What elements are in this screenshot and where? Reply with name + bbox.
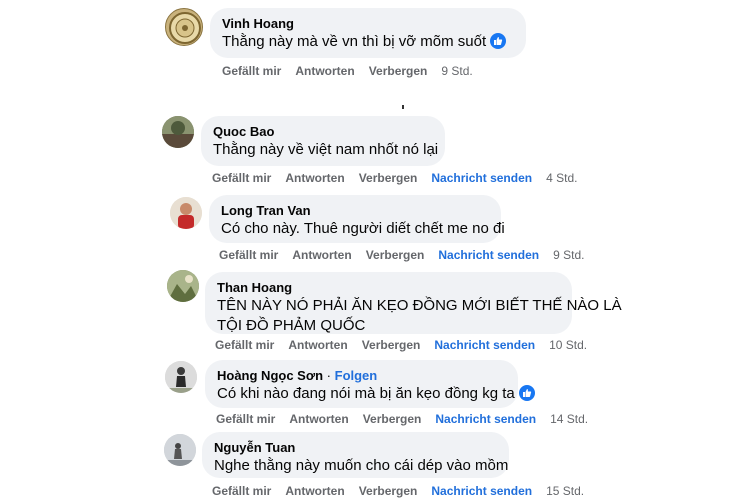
send-message-button[interactable]: Nachricht senden xyxy=(438,248,539,262)
timestamp[interactable]: 10 Std. xyxy=(549,338,587,352)
comment-author[interactable]: Long Tran Van xyxy=(221,203,489,219)
timestamp[interactable]: 4 Std. xyxy=(546,171,577,185)
comment-actions: Gefällt mir Antworten Verbergen Nachricht s… xyxy=(219,248,598,262)
comment-author-line: Hoàng Ngọc Sơn · Folgen xyxy=(217,368,506,384)
like-button[interactable]: Gefällt mir xyxy=(222,64,281,78)
reply-button[interactable]: Antworten xyxy=(292,248,351,262)
emblem-icon xyxy=(169,12,201,44)
like-button[interactable]: Gefällt mir xyxy=(212,171,271,185)
comment-bubble: Nguyễn Tuan Nghe thằng này muốn cho cái … xyxy=(202,432,509,478)
comment-actions: Gefällt mir Antworten Verbergen Nachricht s… xyxy=(216,412,602,426)
like-button[interactable]: Gefällt mir xyxy=(212,484,271,498)
avatar-photo xyxy=(165,361,197,393)
comment-bubble: Than Hoang TÊN NÀY NÓ PHẢI ĂN KẸO ĐỒNG M… xyxy=(205,272,622,334)
comment-actions: Gefällt mir Antworten Verbergen Nachricht s… xyxy=(212,484,598,498)
send-message-button[interactable]: Nachricht senden xyxy=(431,484,532,498)
hide-button[interactable]: Verbergen xyxy=(359,171,418,185)
comment-text: Thằng này mà về vn thì bị vỡ mõm suốt xyxy=(222,32,514,52)
comment-text-line-1: TÊN NÀY NÓ PHẢI ĂN KẸO ĐỒNG MỚI BIẾT THẾ… xyxy=(217,297,622,314)
reply-button[interactable]: Antworten xyxy=(288,338,347,352)
comment-bubble: Vinh Hoang Thằng này mà về vn thì bị vỡ … xyxy=(210,8,526,58)
comment-text-content: Thằng này mà về vn thì bị vỡ mõm suốt xyxy=(222,33,487,50)
timestamp[interactable]: 9 Std. xyxy=(441,64,472,78)
separator-dot: · xyxy=(326,368,331,383)
avatar[interactable] xyxy=(165,361,197,393)
comment-author[interactable]: Vinh Hoang xyxy=(222,16,514,32)
hide-button[interactable]: Verbergen xyxy=(363,412,422,426)
avatar[interactable] xyxy=(170,197,202,229)
like-button[interactable]: Gefällt mir xyxy=(219,248,278,262)
comment-bubble: Hoàng Ngọc Sơn · Folgen Có khi nào đang … xyxy=(205,360,535,408)
comment-text: Có cho này. Thuê người diết chết me no đ… xyxy=(221,220,505,237)
hide-button[interactable]: Verbergen xyxy=(366,248,425,262)
reply-button[interactable]: Antworten xyxy=(285,484,344,498)
follow-button[interactable]: Folgen xyxy=(335,368,378,383)
avatar-photo xyxy=(170,197,202,229)
comment-actions: Gefällt mir Antworten Verbergen 9 Std. xyxy=(222,64,487,78)
reply-button[interactable]: Antworten xyxy=(285,171,344,185)
reply-button[interactable]: Antworten xyxy=(289,412,348,426)
comment-author[interactable]: Hoàng Ngọc Sơn xyxy=(217,368,323,383)
like-button[interactable]: Gefällt mir xyxy=(215,338,274,352)
timestamp[interactable]: 15 Std. xyxy=(546,484,584,498)
avatar[interactable] xyxy=(164,434,196,466)
comment-text-content: Có khi nào đang nói mà bị ăn kẹo đồng kg… xyxy=(217,385,515,402)
comment-actions: Gefällt mir Antworten Verbergen Nachricht s… xyxy=(215,338,601,352)
send-message-button[interactable]: Nachricht senden xyxy=(435,412,536,426)
like-button[interactable]: Gefällt mir xyxy=(216,412,275,426)
scroll-marker xyxy=(402,105,404,109)
avatar-photo xyxy=(167,270,199,302)
avatar[interactable] xyxy=(167,270,199,302)
hide-button[interactable]: Verbergen xyxy=(362,338,421,352)
reply-button[interactable]: Antworten xyxy=(295,64,354,78)
avatar-photo xyxy=(164,434,196,466)
avatar-photo xyxy=(162,116,194,148)
avatar[interactable] xyxy=(162,116,194,148)
comment-text-line-2: TỘI ĐỒ PHẢM QUỐC xyxy=(217,317,366,334)
comment-actions: Gefällt mir Antworten Verbergen Nachricht s… xyxy=(212,171,591,185)
like-reaction-icon[interactable] xyxy=(490,33,507,49)
send-message-button[interactable]: Nachricht senden xyxy=(434,338,535,352)
timestamp[interactable]: 9 Std. xyxy=(553,248,584,262)
comment-text: Thằng này về việt nam nhốt nó lại xyxy=(213,141,439,158)
comment-text: Có khi nào đang nói mà bị ăn kẹo đồng kg… xyxy=(217,384,535,404)
comment-bubble: Quoc Bao Thằng này về việt nam nhốt nó l… xyxy=(201,116,445,166)
hide-button[interactable]: Verbergen xyxy=(369,64,428,78)
comment-author[interactable]: Than Hoang xyxy=(217,280,560,296)
comment-text: Nghe thằng này muốn cho cái dép vào mồm xyxy=(214,457,509,474)
hide-button[interactable]: Verbergen xyxy=(359,484,418,498)
like-reaction-icon[interactable] xyxy=(518,385,535,401)
avatar[interactable] xyxy=(165,8,203,46)
comment-author[interactable]: Nguyễn Tuan xyxy=(214,440,497,456)
comment-bubble: Long Tran Van Có cho này. Thuê người diế… xyxy=(209,195,505,243)
comment-author[interactable]: Quoc Bao xyxy=(213,124,433,140)
send-message-button[interactable]: Nachricht senden xyxy=(431,171,532,185)
timestamp[interactable]: 14 Std. xyxy=(550,412,588,426)
